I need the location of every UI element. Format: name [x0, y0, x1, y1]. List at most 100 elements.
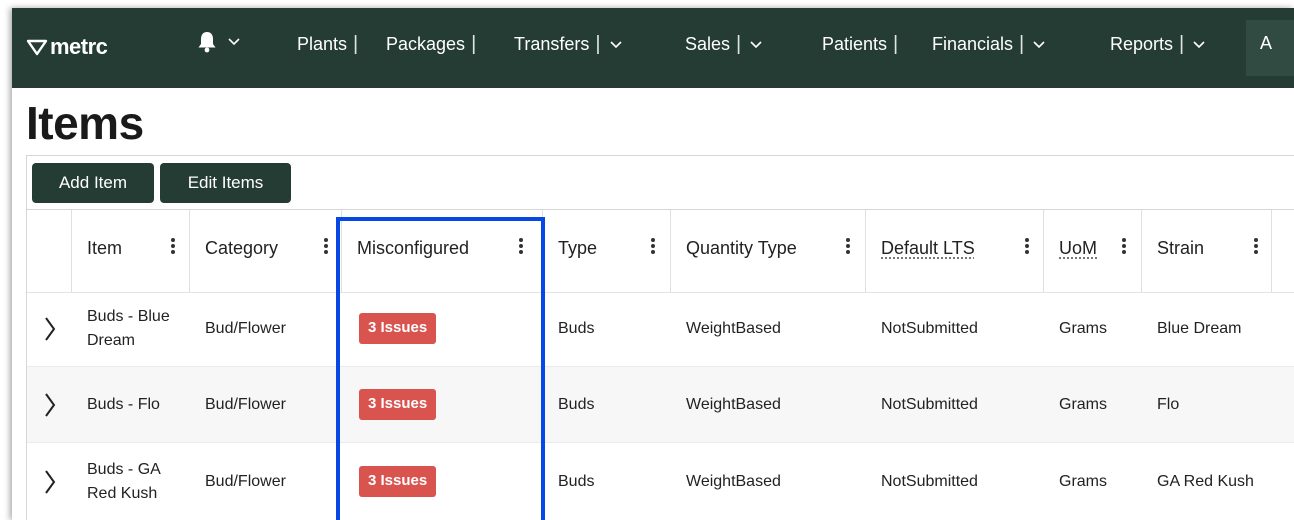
- nav-separator: |: [736, 33, 742, 55]
- column-menu-icon[interactable]: [170, 236, 176, 260]
- cell-default-lts: NotSubmitted: [866, 291, 1044, 366]
- chevron-down-icon: [1033, 40, 1045, 48]
- cell-misconfigured: 3 Issues: [342, 443, 543, 520]
- header-misconfigured-label: Misconfigured: [357, 238, 470, 258]
- header-expand-col: [27, 210, 72, 292]
- cell-uom-text: Grams: [1059, 395, 1107, 413]
- cell-category: Bud/Flower: [190, 367, 342, 442]
- cell-strain: Blue Dream: [1142, 291, 1292, 366]
- header-item[interactable]: Item: [72, 210, 190, 292]
- header-type[interactable]: Type: [543, 210, 671, 292]
- header-misconfigured[interactable]: Misconfigured: [342, 210, 543, 292]
- nav-transfers[interactable]: Transfers |: [514, 33, 623, 56]
- nav-financials[interactable]: Financials |: [932, 33, 1046, 56]
- nav-packages-label: Packages: [386, 34, 466, 54]
- nav-patients-label: Patients: [822, 34, 888, 54]
- page-title: Items: [26, 97, 144, 149]
- nav-transfers-label: Transfers: [514, 34, 590, 54]
- cell-uom-text: Grams: [1059, 319, 1107, 337]
- bell-icon: [198, 32, 216, 53]
- edit-items-button[interactable]: Edit Items: [160, 163, 291, 203]
- cell-item-text: Buds - Flo: [87, 395, 160, 413]
- cell-type: Buds: [543, 367, 671, 442]
- cell-quantity-type-text: WeightBased: [686, 319, 781, 337]
- column-menu-icon[interactable]: [845, 236, 851, 260]
- issues-badge[interactable]: 3 Issues: [359, 466, 437, 497]
- nav-plants-label: Plants: [297, 34, 348, 54]
- header-category-label: Category: [205, 238, 279, 258]
- logo-text: metrc: [50, 34, 108, 59]
- nav-packages[interactable]: Packages |: [386, 33, 476, 56]
- grid-toolbar: Add Item Edit Items: [26, 155, 1294, 210]
- chevron-right-icon: [44, 469, 55, 494]
- cell-type: Buds: [543, 291, 671, 366]
- header-category[interactable]: Category: [190, 210, 342, 292]
- nav-admin-label: A: [1260, 33, 1273, 53]
- cell-category: Bud/Flower: [190, 291, 342, 366]
- row-expand[interactable]: [27, 291, 72, 366]
- cell-uom: Grams: [1044, 367, 1142, 442]
- notifications-menu[interactable]: [197, 31, 241, 53]
- cell-quantity-type: WeightBased: [671, 291, 866, 366]
- nav-financials-label: Financials: [932, 34, 1014, 54]
- column-menu-icon[interactable]: [1024, 236, 1030, 260]
- table-row[interactable]: Buds - Flo Bud/Flower 3 Issues Buds Weig…: [27, 367, 1294, 443]
- cell-type-text: Buds: [558, 472, 595, 490]
- row-expand[interactable]: [27, 367, 72, 442]
- cell-quantity-type: WeightBased: [671, 367, 866, 442]
- top-nav: metrc Plants | Packages | Transfers | Sales…: [12, 8, 1294, 88]
- chevron-down-icon: [750, 40, 762, 48]
- add-item-button[interactable]: Add Item: [32, 163, 154, 203]
- header-strain-label: Strain: [1157, 238, 1205, 258]
- cell-quantity-type-text: WeightBased: [686, 395, 781, 413]
- cell-misconfigured: 3 Issues: [342, 291, 543, 366]
- nav-separator: |: [1179, 33, 1185, 55]
- cell-item-text: Buds - Blue Dream: [87, 307, 170, 349]
- chevron-down-icon: [228, 38, 240, 46]
- nav-reports-label: Reports: [1110, 34, 1174, 54]
- items-grid: Item Category Misconfigured Type Quantit…: [26, 209, 1294, 520]
- header-strain[interactable]: Strain: [1142, 210, 1272, 292]
- cell-misconfigured: 3 Issues: [342, 367, 543, 442]
- header-uom[interactable]: UoM: [1044, 210, 1142, 292]
- column-menu-icon[interactable]: [1121, 236, 1127, 260]
- cell-uom: Grams: [1044, 291, 1142, 366]
- issues-badge[interactable]: 3 Issues: [359, 313, 437, 344]
- cell-item: Buds - Blue Dream: [72, 291, 190, 366]
- nav-sales[interactable]: Sales |: [685, 33, 763, 56]
- cell-quantity-type: WeightBased: [671, 443, 866, 520]
- header-item-label: Item: [87, 238, 123, 258]
- cell-strain: Flo: [1142, 367, 1292, 442]
- nav-reports[interactable]: Reports |: [1110, 33, 1206, 56]
- header-uom-label: UoM: [1059, 238, 1098, 258]
- metrc-logo[interactable]: metrc: [26, 34, 108, 60]
- nav-admin[interactable]: A: [1246, 20, 1294, 76]
- nav-plants[interactable]: Plants |: [297, 33, 358, 56]
- logo-icon: [26, 39, 48, 56]
- header-quantity-type[interactable]: Quantity Type: [671, 210, 866, 292]
- chevron-right-icon: [44, 392, 55, 417]
- cell-default-lts-text: NotSubmitted: [881, 319, 978, 337]
- table-row[interactable]: Buds - Blue Dream Bud/Flower 3 Issues Bu…: [27, 291, 1294, 367]
- nav-patients[interactable]: Patients |: [822, 33, 898, 56]
- table-row[interactable]: Buds - GA Red Kush Bud/Flower 3 Issues B…: [27, 443, 1294, 520]
- column-menu-icon[interactable]: [323, 236, 329, 260]
- cell-category-text: Bud/Flower: [205, 395, 286, 413]
- column-menu-icon[interactable]: [1253, 236, 1259, 260]
- cell-category-text: Bud/Flower: [205, 319, 286, 337]
- cell-default-lts-text: NotSubmitted: [881, 472, 978, 490]
- row-expand[interactable]: [27, 443, 72, 520]
- nav-separator: |: [353, 33, 359, 55]
- cell-default-lts-text: NotSubmitted: [881, 395, 978, 413]
- header-default-lts[interactable]: Default LTS: [866, 210, 1044, 292]
- chevron-down-icon: [609, 40, 622, 48]
- cell-type-text: Buds: [558, 395, 595, 413]
- cell-item-text: Buds - GA Red Kush: [87, 460, 160, 502]
- nav-separator: |: [893, 33, 899, 55]
- cell-strain-text: GA Red Kush: [1157, 472, 1254, 490]
- issues-badge[interactable]: 3 Issues: [359, 389, 437, 420]
- column-menu-icon[interactable]: [650, 236, 656, 260]
- column-menu-icon[interactable]: [518, 236, 524, 260]
- cell-strain: GA Red Kush: [1142, 443, 1292, 520]
- cell-category: Bud/Flower: [190, 443, 342, 520]
